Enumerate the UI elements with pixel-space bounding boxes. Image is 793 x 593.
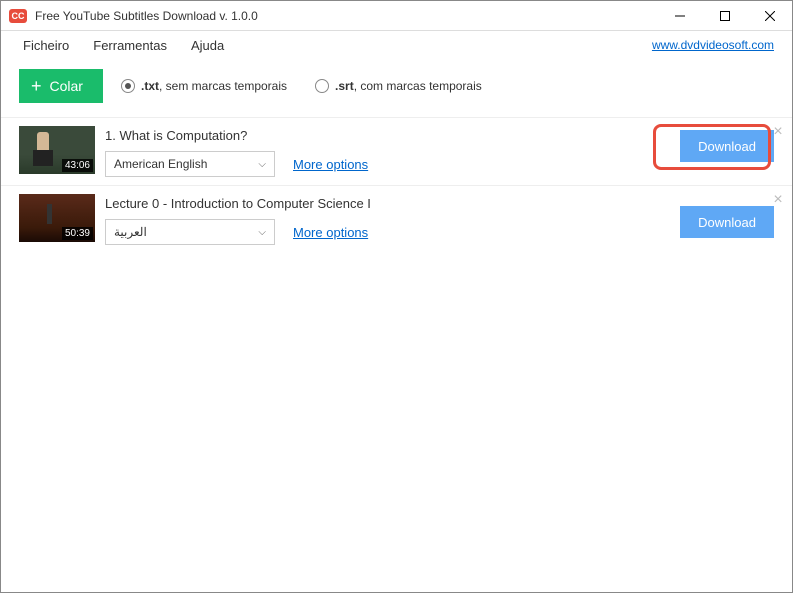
duration-badge: 43:06 (62, 159, 93, 172)
video-thumbnail[interactable]: 43:06 (19, 126, 95, 174)
remove-item-button[interactable]: × (770, 192, 786, 208)
language-select[interactable]: العربية ⌵ (105, 219, 275, 245)
plus-icon: + (31, 77, 42, 95)
menu-file[interactable]: Ficheiro (11, 38, 81, 53)
radio-srt[interactable]: .srt, com marcas temporais (315, 79, 482, 93)
download-button[interactable]: Download (680, 130, 774, 162)
minimize-button[interactable] (657, 1, 702, 31)
menu-help[interactable]: Ajuda (179, 38, 236, 53)
titlebar: CC Free YouTube Subtitles Download v. 1.… (1, 1, 792, 31)
maximize-button[interactable] (702, 1, 747, 31)
menu-tools[interactable]: Ferramentas (81, 38, 179, 53)
paste-button[interactable]: + Colar (19, 69, 103, 103)
list-item: 43:06 1. What is Computation? American E… (1, 117, 792, 185)
more-options-link[interactable]: More options (293, 225, 368, 240)
window-controls (657, 1, 792, 31)
more-options-link[interactable]: More options (293, 157, 368, 172)
duration-badge: 50:39 (62, 227, 93, 240)
language-value: العربية (114, 225, 147, 239)
download-button[interactable]: Download (680, 206, 774, 238)
radio-txt[interactable]: .txt, sem marcas temporais (121, 79, 287, 93)
language-value: American English (114, 157, 207, 171)
close-button[interactable] (747, 1, 792, 31)
toolbar: + Colar .txt, sem marcas temporais .srt,… (1, 59, 792, 117)
radio-icon (121, 79, 135, 93)
chevron-down-icon: ⌵ (258, 227, 266, 238)
format-radio-group: .txt, sem marcas temporais .srt, com mar… (121, 79, 482, 93)
radio-icon (315, 79, 329, 93)
video-thumbnail[interactable]: 50:39 (19, 194, 95, 242)
item-content: 1. What is Computation? American English… (105, 126, 680, 177)
window-title: Free YouTube Subtitles Download v. 1.0.0 (35, 9, 657, 23)
language-select[interactable]: American English ⌵ (105, 151, 275, 177)
item-title: 1. What is Computation? (105, 128, 680, 143)
list-item: 50:39 Lecture 0 - Introduction to Comput… (1, 185, 792, 253)
menubar: Ficheiro Ferramentas Ajuda www.dvdvideos… (1, 31, 792, 59)
item-title: Lecture 0 - Introduction to Computer Sci… (105, 196, 680, 211)
website-link[interactable]: www.dvdvideosoft.com (652, 38, 782, 52)
app-icon: CC (9, 9, 27, 23)
remove-item-button[interactable]: × (770, 124, 786, 140)
paste-button-label: Colar (50, 78, 83, 94)
item-content: Lecture 0 - Introduction to Computer Sci… (105, 194, 680, 245)
chevron-down-icon: ⌵ (258, 159, 266, 170)
